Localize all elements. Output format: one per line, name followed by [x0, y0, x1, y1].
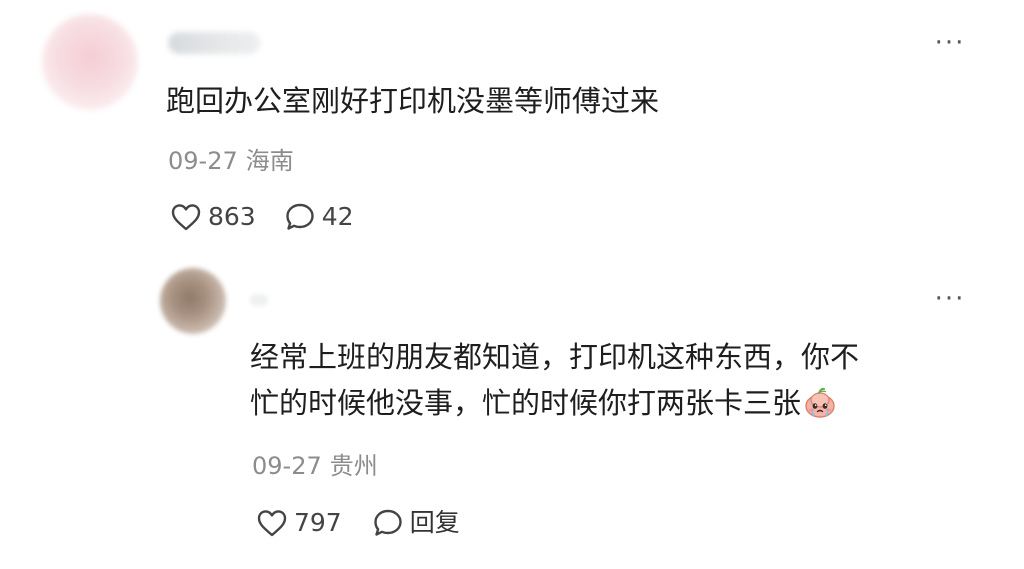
reply-count-button[interactable]: 42	[284, 201, 354, 233]
reply-date: 09-27	[252, 452, 322, 480]
reply-like-button[interactable]: 797	[256, 508, 342, 538]
reply-text-line-1: 经常上班的朋友都知道，打印机这种东西，你不	[250, 340, 860, 374]
reply-text-line-2: 忙的时候他没事，忙的时候你打两张卡三张	[250, 380, 966, 432]
reply-actions: 797 回复	[256, 504, 460, 542]
reply-button[interactable]: 回复	[372, 507, 460, 539]
reply-location: 贵州	[329, 452, 378, 480]
reply-text-line-2-text: 忙的时候他没事，忙的时候你打两张卡三张	[250, 386, 802, 420]
reply-text: 经常上班的朋友都知道，打印机这种东西，你不 忙的时候他没事，忙的时候你打两张卡三…	[250, 334, 966, 432]
speech-bubble-icon	[372, 507, 404, 539]
crying-bun-emoji-icon	[803, 386, 837, 432]
reply-count: 42	[321, 202, 354, 231]
comment-actions: 863 42	[170, 198, 354, 236]
comment-thread: ··· 跑回办公室刚好打印机没墨等师傅过来 09-27 海南 863 42 ···	[0, 0, 1024, 569]
username-blurred[interactable]	[168, 32, 260, 54]
like-count: 863	[208, 202, 256, 231]
reply-avatar[interactable]	[160, 268, 226, 334]
heart-outline-icon	[256, 508, 288, 538]
comment-text: 跑回办公室刚好打印机没墨等师傅过来	[166, 84, 660, 118]
comment-location: 海南	[245, 147, 294, 175]
comment-date: 09-27	[168, 147, 238, 175]
reply-like-count: 797	[294, 508, 342, 537]
speech-bubble-icon	[284, 201, 316, 233]
more-options-icon[interactable]: ···	[928, 28, 972, 58]
reply-more-options-icon[interactable]: ···	[928, 284, 972, 314]
reply-username-blurred[interactable]	[250, 294, 268, 306]
reply-label: 回复	[409, 508, 460, 537]
reply-meta: 09-27 贵州	[252, 451, 378, 481]
avatar[interactable]	[42, 14, 138, 110]
comment-meta: 09-27 海南	[168, 146, 294, 176]
like-button[interactable]: 863	[170, 202, 256, 232]
heart-outline-icon	[170, 202, 202, 232]
